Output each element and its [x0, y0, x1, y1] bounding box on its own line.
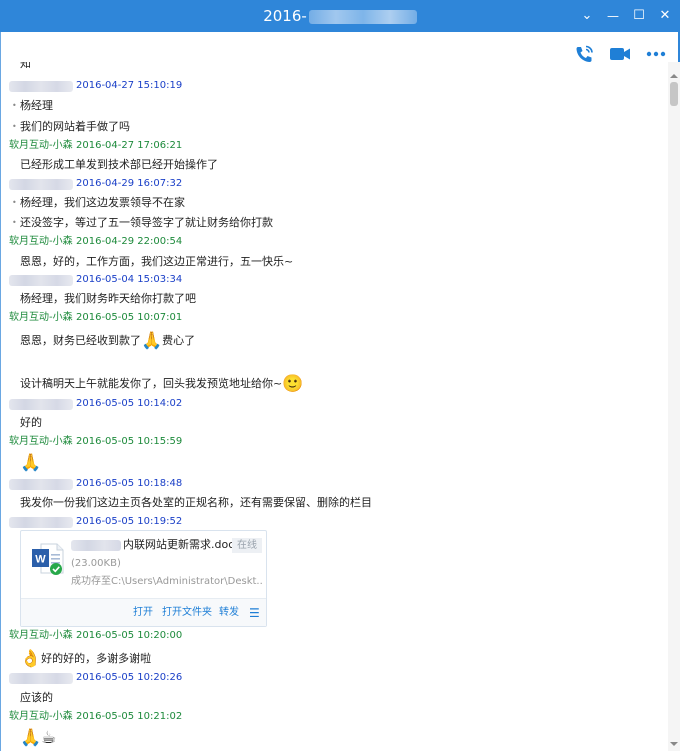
redacted-sender — [9, 399, 73, 410]
message-text: 已经形成工单发到技术部已经开始操作了 — [20, 158, 218, 171]
message-time: 2016-05-05 10:20:00 — [76, 630, 183, 641]
message-text: 好的 — [20, 416, 42, 429]
pray-emoji-icon: 🙏 — [141, 331, 163, 351]
file-actions: 打开 打开文件夹 转发 ☰ — [21, 598, 266, 626]
message-time: 2016-05-05 10:14:02 — [76, 398, 183, 409]
restore-button[interactable]: — — [600, 0, 626, 32]
bullet: • — [12, 122, 17, 131]
message-time: 2016-05-04 15:03:34 — [76, 274, 183, 285]
redacted-sender — [9, 517, 73, 528]
file-size: (23.00KB) — [71, 558, 121, 569]
redacted-sender — [9, 479, 73, 490]
file-menu-icon[interactable]: ☰ — [249, 599, 260, 627]
svg-text:W: W — [35, 554, 46, 566]
ok-emoji-icon: 👌 — [20, 649, 42, 669]
message-time: 2016-05-05 10:20:26 — [76, 672, 183, 683]
redacted-sender — [9, 673, 73, 684]
redacted-sender — [9, 81, 73, 92]
partial-message-text: 知 — [20, 62, 31, 70]
message-header: 软月互动-小森 2016-05-05 10:21:02 — [0, 707, 668, 727]
message-time: 2016-05-05 10:19:52 — [76, 516, 183, 527]
file-status-badge: 在线 — [232, 538, 262, 553]
file-saved-path: 成功存至C:\Users\Administrator\Deskt... — [71, 576, 263, 587]
forward-link[interactable]: 转发 — [219, 599, 239, 627]
minimize-button[interactable]: ⌄ — [574, 0, 600, 32]
message-time: 2016-05-05 10:15:59 — [76, 436, 183, 447]
sender-name: 软月互动-小森 — [9, 236, 73, 247]
sender-name: 软月互动-小森 — [9, 711, 73, 722]
message-text: 👌好的好的，多谢多谢啦 — [20, 649, 151, 669]
message-text: 杨经理，我们财务昨天给你打款了吧 — [20, 292, 196, 305]
word-doc-icon: W — [32, 543, 64, 575]
message-text-part: 设计稿明天上午就能发你了，回头我发预览地址给你~ — [20, 377, 283, 390]
message-text: 杨经理，我们这边发票领导不在家 — [20, 196, 185, 209]
redacted-sender — [9, 179, 73, 190]
message-text: 🙏☕ — [20, 728, 56, 748]
chat-history: 知 2016-04-27 15:10:19 • 杨经理 • 我们的网站着手做了吗… — [0, 62, 668, 751]
file-card[interactable]: W 内联网站更新需求.doc 在线 (23.00KB) 成功存至C:\Users… — [20, 530, 267, 627]
file-name: 内联网站更新需求.doc — [123, 538, 235, 551]
message-header: 软月互动-小森 2016-05-05 10:07:01 — [0, 308, 668, 328]
message-time: 2016-04-27 15:10:19 — [76, 80, 183, 91]
video-call-icon[interactable] — [609, 44, 631, 64]
message-text: 设计稿明天上午就能发你了，回头我发预览地址给你~🙂 — [20, 374, 303, 394]
message-text: 还没签字，等过了五一领导签字了就让财务给你打款 — [20, 216, 273, 229]
message-header: 2016-05-05 10:18:48 — [0, 474, 668, 494]
open-file-link[interactable]: 打开 — [133, 599, 153, 627]
message-time: 2016-04-27 17:06:21 — [76, 140, 183, 151]
message-text: 杨经理 — [20, 99, 53, 112]
pray-emoji-icon: 🙏 — [20, 728, 42, 748]
chat-scrollbar[interactable] — [668, 62, 680, 751]
maximize-button[interactable]: ☐ — [626, 0, 652, 32]
message-text: 我发你一份我们这边主页各处室的正规名称，还有需要保留、删除的栏目 — [20, 496, 372, 509]
redacted-file-prefix — [71, 540, 121, 551]
message-header: 2016-04-27 15:10:19 — [0, 76, 668, 96]
bullet: • — [12, 101, 17, 110]
window-title-text: 2016- — [263, 7, 307, 25]
message-header: 2016-04-29 16:07:32 — [0, 174, 668, 194]
scroll-up-icon[interactable] — [670, 74, 678, 78]
message-time: 2016-04-29 22:00:54 — [76, 236, 183, 247]
sender-name: 软月互动-小森 — [9, 436, 73, 447]
message-text-part: 费心了 — [162, 334, 196, 347]
message-time: 2016-04-29 16:07:32 — [76, 178, 183, 189]
more-icon[interactable] — [645, 44, 667, 64]
message-header: 2016-05-05 10:14:02 — [0, 394, 668, 414]
message-header: 2016-05-05 10:19:52 — [0, 512, 668, 532]
message-header: 2016-05-04 15:03:34 — [0, 270, 668, 290]
message-text: 恩恩，好的，工作方面，我们这边正常进行，五一快乐~ — [20, 255, 294, 268]
sender-name: 软月互动-小森 — [9, 630, 73, 641]
redacted-title — [308, 9, 417, 24]
pray-emoji-icon: 🙏 — [20, 453, 42, 473]
open-folder-link[interactable]: 打开文件夹 — [162, 599, 212, 627]
coffee-emoji-icon: ☕ — [41, 728, 57, 748]
message-text: 我们的网站着手做了吗 — [20, 120, 130, 133]
message-text: 应该的 — [20, 691, 53, 704]
smile-emoji-icon: 🙂 — [282, 374, 304, 394]
message-text-part: 好的好的，多谢多谢啦 — [41, 652, 152, 665]
close-button[interactable]: ✕ — [652, 0, 678, 32]
message-header: 2016-05-05 10:20:26 — [0, 668, 668, 688]
message-text-part: 恩恩，财务已经收到款了 — [20, 334, 141, 347]
message-time: 2016-05-05 10:07:01 — [76, 312, 183, 323]
message-header: 软月互动-小森 2016-05-05 10:15:59 — [0, 432, 668, 452]
bullet: • — [12, 218, 17, 227]
message-time: 2016-05-05 10:18:48 — [76, 478, 183, 489]
redacted-sender — [9, 275, 73, 286]
message-time: 2016-05-05 10:21:02 — [76, 711, 183, 722]
message-text: 🙏 — [20, 453, 41, 473]
message-header: 软月互动-小森 2016-05-05 10:20:00 — [0, 626, 668, 646]
sender-name: 软月互动-小森 — [9, 312, 73, 323]
scroll-down-icon[interactable] — [670, 742, 678, 746]
phone-call-icon[interactable] — [573, 44, 595, 64]
message-text: 恩恩，财务已经收到款了🙏费心了 — [20, 331, 195, 351]
scrollbar-thumb[interactable] — [670, 82, 678, 106]
bullet: • — [12, 198, 17, 207]
message-header: 软月互动-小森 2016-04-29 22:00:54 — [0, 232, 668, 252]
message-header: 软月互动-小森 2016-04-27 17:06:21 — [0, 136, 668, 156]
sender-name: 软月互动-小森 — [9, 140, 73, 151]
